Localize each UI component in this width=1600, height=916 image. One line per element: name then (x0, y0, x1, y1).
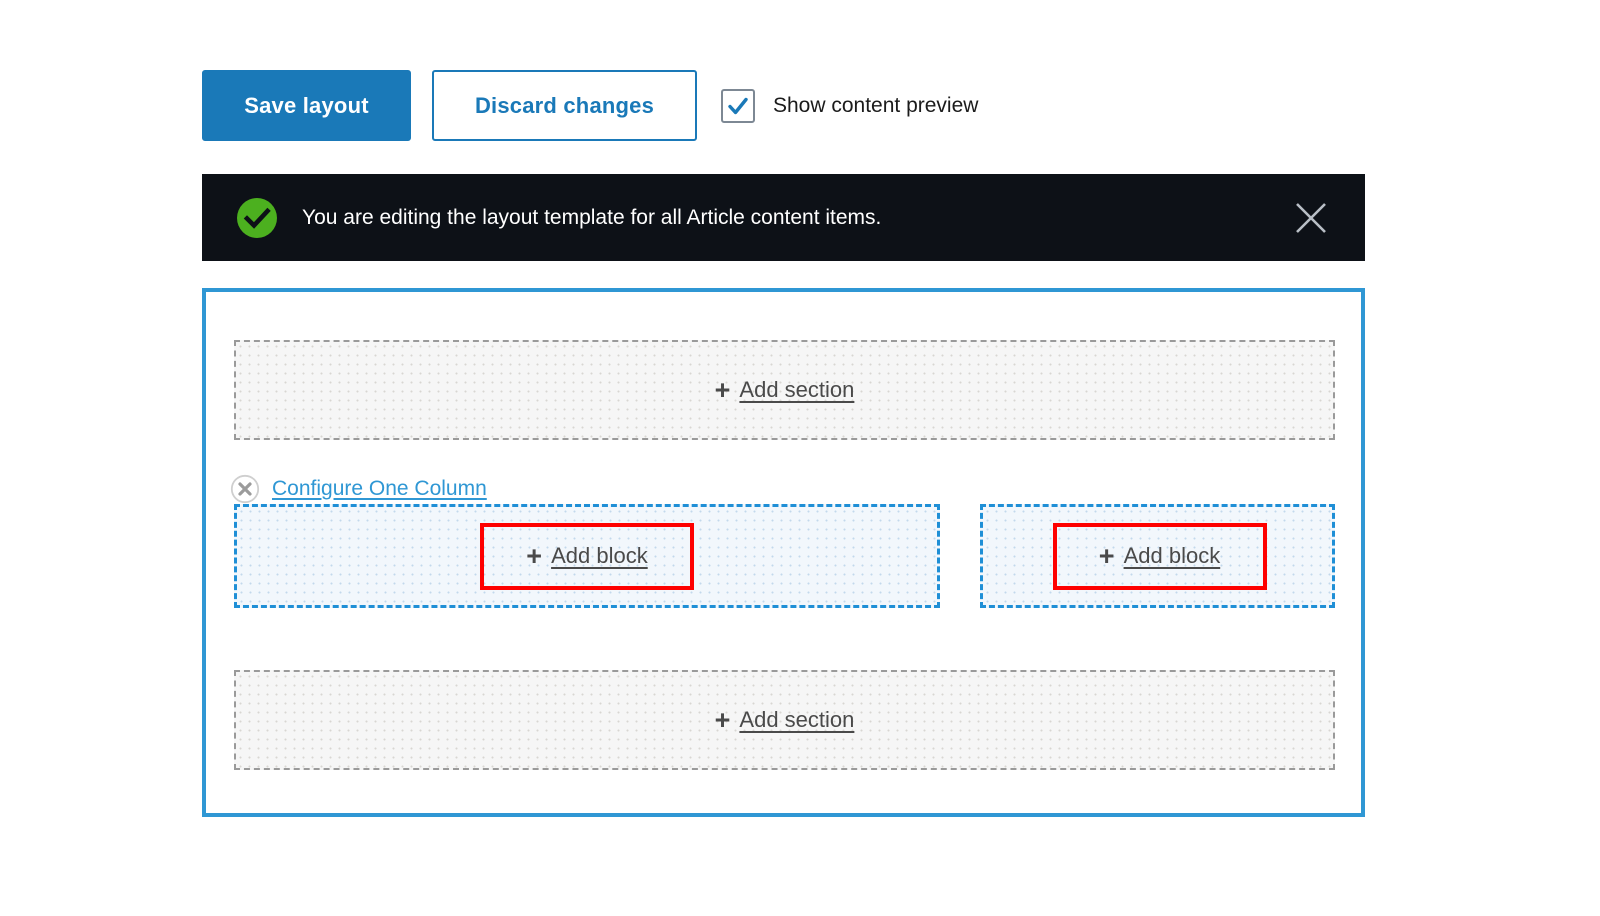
add-block-secondary-label: Add block (1123, 543, 1221, 568)
layout-region-primary[interactable]: + Add block (234, 504, 940, 608)
add-section-bottom-button[interactable]: + Add section (234, 670, 1335, 770)
checkmark-icon (726, 94, 750, 118)
layout-region-secondary[interactable]: + Add block (980, 504, 1335, 608)
save-layout-button[interactable]: Save layout (202, 70, 411, 141)
plus-icon: + (714, 704, 731, 735)
section-controls: Configure One Column (230, 474, 487, 504)
status-message-text: You are editing the layout template for … (302, 205, 882, 229)
discard-changes-button[interactable]: Discard changes (432, 70, 697, 141)
close-icon[interactable] (1291, 198, 1331, 238)
add-block-primary-label: Add block (551, 543, 648, 568)
plus-icon: + (714, 374, 731, 405)
add-section-top-label: Add section (739, 377, 855, 402)
plus-icon: + (1098, 540, 1115, 571)
configure-one-column-link[interactable]: Configure One Column (272, 477, 487, 501)
show-content-preview-label: Show content preview (773, 93, 979, 117)
layout-builder-canvas: + Add section Configure One Column + Add… (202, 288, 1365, 817)
add-block-primary-button[interactable]: + Add block (480, 522, 694, 590)
plus-icon: + (526, 540, 543, 571)
status-banner: You are editing the layout template for … (202, 174, 1365, 261)
add-section-top-button[interactable]: + Add section (234, 340, 1335, 440)
layout-toolbar: Save layout Discard changes Show content… (202, 70, 978, 141)
add-block-secondary-button[interactable]: + Add block (1052, 522, 1267, 590)
show-content-preview-checkbox[interactable] (721, 88, 755, 123)
remove-circle-x-icon[interactable] (230, 474, 260, 504)
show-content-preview-toggle[interactable]: Show content preview (721, 88, 979, 123)
add-section-bottom-label: Add section (739, 707, 855, 732)
success-check-circle-icon (236, 197, 278, 239)
